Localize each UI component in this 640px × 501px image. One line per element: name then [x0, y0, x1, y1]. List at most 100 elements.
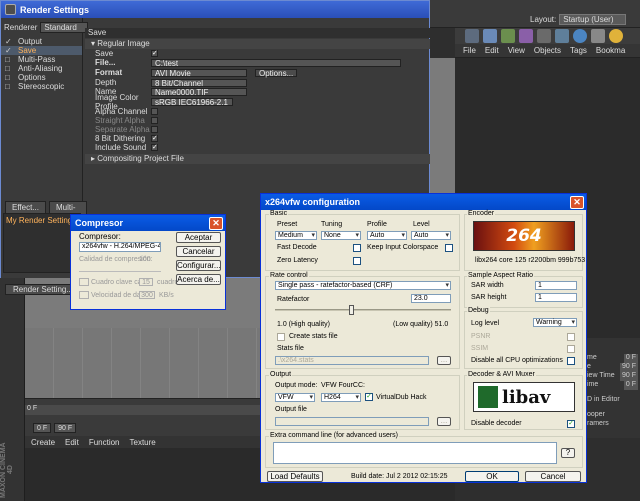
renderer-row: Renderer Standard: [1, 18, 88, 37]
layout-select[interactable]: Startup (User): [559, 14, 627, 25]
ratefactor-slider-track[interactable]: [275, 309, 451, 311]
keep-input-checkbox[interactable]: [445, 244, 453, 252]
preset-select[interactable]: Medium: [275, 231, 317, 240]
fourcc-select[interactable]: H264: [321, 393, 361, 402]
regular-image-header[interactable]: ▾ Regular Image: [85, 39, 430, 49]
close-icon[interactable]: ✕: [209, 216, 223, 230]
menu-edit[interactable]: Edit: [485, 46, 499, 55]
fast-decode-checkbox[interactable]: [353, 244, 361, 252]
sar-height-field[interactable]: 1: [535, 293, 577, 302]
section-item[interactable]: □ Stereoscopic: [1, 82, 82, 91]
menu-bookmarks[interactable]: Bookma: [596, 46, 625, 55]
render-settings-titlebar[interactable]: Render Settings: [1, 1, 429, 18]
section-item[interactable]: ✓ Output: [1, 37, 82, 46]
section-checkbox[interactable]: □: [5, 73, 12, 82]
about-button[interactable]: Acerca de...: [176, 274, 221, 285]
attr-row: me 0 F: [587, 354, 638, 363]
section-item[interactable]: □ Options: [1, 73, 82, 82]
ok-button[interactable]: OK: [465, 471, 519, 482]
output-mode-select[interactable]: VFW: [275, 393, 315, 402]
datarate-field: 300: [139, 291, 155, 299]
tuning-label: Tuning: [321, 221, 343, 228]
cube-tool-icon[interactable]: [465, 29, 479, 43]
render-settings-icon: [5, 4, 16, 15]
timeline-current-field[interactable]: 0 F: [33, 423, 52, 433]
depth-select[interactable]: 8 Bit/Channel: [151, 78, 247, 87]
section-item[interactable]: □ Multi-Pass: [1, 55, 82, 64]
load-defaults-button[interactable]: Load Defaults: [267, 471, 323, 482]
name-select[interactable]: Name0000.TIF: [151, 87, 247, 96]
section-checkbox[interactable]: ✓: [5, 37, 12, 46]
virtualdub-checkbox[interactable]: ✓: [365, 393, 373, 401]
menu-view[interactable]: View: [508, 46, 525, 55]
file-path-field[interactable]: C:\test: [151, 58, 401, 67]
format-options-button[interactable]: Options...: [255, 68, 298, 77]
x264-logo: 264: [473, 221, 575, 251]
menu-file[interactable]: File: [463, 46, 476, 55]
nurbs-tool-icon[interactable]: [483, 29, 497, 43]
cancel-button[interactable]: Cancel: [525, 471, 581, 482]
close-icon[interactable]: ✕: [570, 195, 584, 209]
ratefactor-slider-thumb[interactable]: [348, 305, 354, 315]
format-select[interactable]: AVI Movie: [151, 68, 247, 77]
sar-width-field[interactable]: 1: [535, 281, 577, 290]
menu-create[interactable]: Create: [31, 438, 55, 447]
create-stats-checkbox[interactable]: [277, 333, 285, 341]
menu-objects[interactable]: Objects: [534, 46, 561, 55]
menu-tags[interactable]: Tags: [570, 46, 587, 55]
scene-tool-icon[interactable]: [519, 29, 533, 43]
sun-icon[interactable]: [609, 29, 623, 43]
rate-mode-select[interactable]: Single pass - ratefactor-based (CRF): [275, 281, 451, 290]
timeline-end-field[interactable]: 90 F: [54, 423, 77, 433]
compressor-titlebar[interactable]: Compresor ✕: [71, 215, 225, 231]
compositing-header[interactable]: ▸ Compositing Project File: [85, 154, 430, 164]
section-item[interactable]: □ Anti-Aliasing: [1, 64, 82, 73]
profile-select[interactable]: Auto: [367, 231, 407, 240]
level-select[interactable]: Auto: [411, 231, 451, 240]
accept-button[interactable]: Aceptar: [176, 232, 221, 243]
section-checkbox[interactable]: □: [5, 64, 12, 73]
psnr-checkbox: [567, 333, 575, 341]
basic-group-title: Basic: [269, 210, 289, 217]
section-item[interactable]: ✓ Save: [1, 46, 82, 55]
fast-decode-label: Fast Decode: [277, 244, 317, 251]
libav-logo-text: libav: [502, 386, 551, 408]
disable-decoder-checkbox[interactable]: ✓: [567, 420, 575, 428]
disable-cpu-checkbox[interactable]: [567, 357, 575, 365]
gear-icon[interactable]: [591, 29, 605, 43]
my-render-setting-item[interactable]: My Render Setting: [4, 214, 80, 227]
save-checkbox[interactable]: ✓: [151, 50, 158, 57]
sphere-tool-icon[interactable]: [573, 29, 587, 43]
menu-function[interactable]: Function: [89, 438, 120, 447]
ratefactor-field[interactable]: 23.0: [411, 294, 451, 303]
cancel-button[interactable]: Cancelar: [176, 246, 221, 257]
deformer-tool-icon[interactable]: [501, 29, 515, 43]
section-checkbox[interactable]: □: [5, 82, 12, 91]
menu-edit[interactable]: Edit: [65, 438, 79, 447]
tuning-select[interactable]: None: [321, 231, 361, 240]
configure-button[interactable]: Configurar...: [176, 260, 221, 271]
light-tool-icon[interactable]: [555, 29, 569, 43]
camera-tool-icon[interactable]: [537, 29, 551, 43]
log-level-select[interactable]: Warning: [533, 318, 577, 327]
dithering-checkbox[interactable]: ✓: [151, 135, 158, 142]
alpha-checkbox[interactable]: [151, 108, 158, 115]
x264-titlebar[interactable]: x264vfw configuration ✕: [261, 194, 586, 210]
profile-field[interactable]: sRGB IEC61966-2.1: [151, 97, 233, 106]
help-button[interactable]: ?: [561, 448, 575, 458]
section-checkbox[interactable]: □: [5, 55, 12, 64]
output-group-title: Output: [269, 371, 293, 378]
zero-latency-checkbox[interactable]: [353, 257, 361, 265]
menu-texture[interactable]: Texture: [130, 438, 156, 447]
compressor-select[interactable]: x264vfw - H.264/MPEG-4 AVC codec: [79, 242, 161, 252]
compressor-label: Compresor:: [79, 232, 121, 241]
renderer-select[interactable]: Standard: [40, 22, 88, 33]
layout-switcher[interactable]: Layout: Startup (User): [530, 14, 627, 25]
section-checkbox[interactable]: ✓: [5, 46, 12, 55]
x264-title: x264vfw configuration: [265, 197, 361, 207]
extra-command-field[interactable]: [273, 442, 557, 464]
sound-checkbox[interactable]: ✓: [151, 144, 158, 151]
low-quality-label: (Low quality) 51.0: [393, 321, 449, 328]
datarate-unit: KB/s: [159, 292, 174, 299]
attr-row: iew Time 90 F: [587, 372, 638, 381]
